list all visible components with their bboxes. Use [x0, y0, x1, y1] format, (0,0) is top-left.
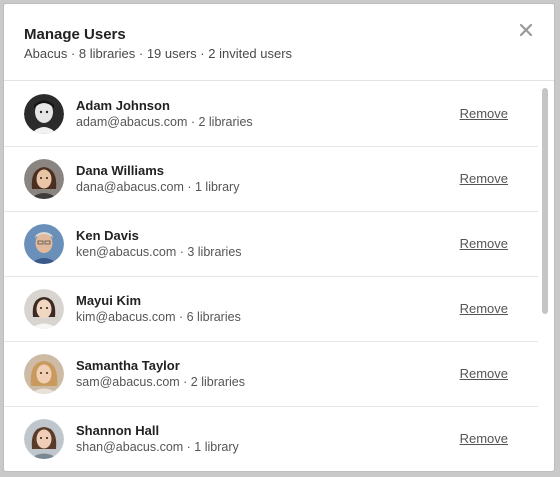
- remove-button[interactable]: Remove: [460, 106, 508, 121]
- scrollbar[interactable]: [542, 88, 548, 314]
- avatar: [24, 159, 64, 199]
- user-row: Samantha Taylor sam@abacus.com · 2 libra…: [4, 342, 538, 407]
- user-meta: kim@abacus.com · 6 libraries: [76, 310, 241, 324]
- user-name: Dana Williams: [76, 163, 165, 178]
- user-meta: sam@abacus.com · 2 libraries: [76, 375, 245, 389]
- user-name: Samantha Taylor: [76, 358, 180, 373]
- avatar: [24, 94, 64, 134]
- user-name: Ken Davis: [76, 228, 139, 243]
- avatar: [24, 419, 64, 459]
- user-meta: dana@abacus.com · 1 library: [76, 180, 240, 194]
- user-name: Adam Johnson: [76, 98, 170, 113]
- close-icon[interactable]: [518, 22, 534, 38]
- user-meta: shan@abacus.com · 1 library: [76, 440, 239, 454]
- user-row: Shannon Hall shan@abacus.com · 1 library…: [4, 407, 538, 471]
- user-name: Mayui Kim: [76, 293, 142, 308]
- user-meta: adam@abacus.com · 2 libraries: [76, 115, 253, 129]
- user-name: Shannon Hall: [76, 423, 160, 438]
- remove-button[interactable]: Remove: [460, 171, 508, 186]
- remove-button[interactable]: Remove: [460, 431, 508, 446]
- manage-users-dialog: Manage Users Abacus · 8 libraries · 19 u…: [4, 4, 554, 471]
- avatar: [24, 289, 64, 329]
- user-row: Dana Williams dana@abacus.com · 1 librar…: [4, 147, 538, 212]
- user-meta: ken@abacus.com · 3 libraries: [76, 245, 242, 259]
- user-list: Adam Johnson adam@abacus.com · 2 librari…: [4, 82, 554, 471]
- remove-button[interactable]: Remove: [460, 236, 508, 251]
- dialog-header: Manage Users Abacus · 8 libraries · 19 u…: [4, 4, 554, 81]
- avatar: [24, 354, 64, 394]
- dialog-title: Manage Users: [24, 26, 126, 43]
- user-row: Adam Johnson adam@abacus.com · 2 librari…: [4, 82, 538, 147]
- user-row: Mayui Kim kim@abacus.com · 6 libraries R…: [4, 277, 538, 342]
- avatar: [24, 224, 64, 264]
- user-row: Ken Davis ken@abacus.com · 3 libraries R…: [4, 212, 538, 277]
- remove-button[interactable]: Remove: [460, 301, 508, 316]
- remove-button[interactable]: Remove: [460, 366, 508, 381]
- dialog-subtitle: Abacus · 8 libraries · 19 users · 2 invi…: [24, 46, 293, 61]
